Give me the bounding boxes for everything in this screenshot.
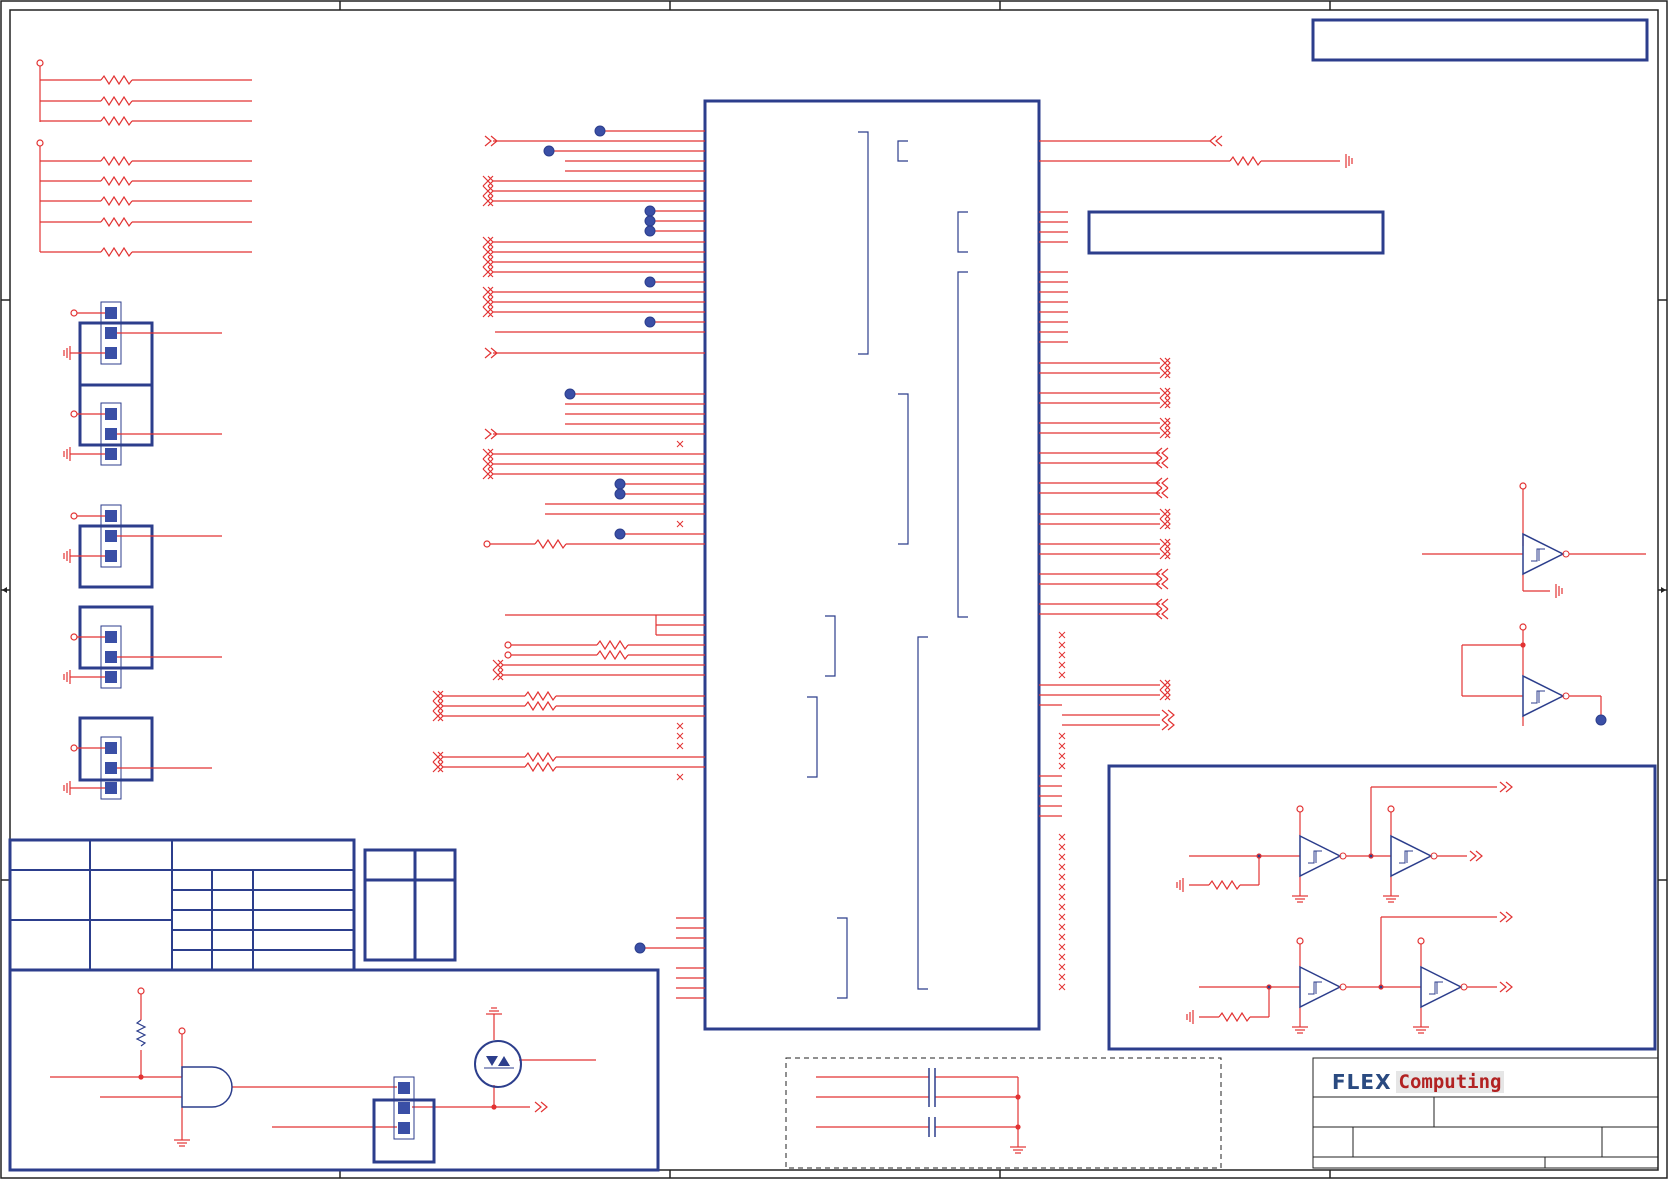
buffer-icon [1522,533,1570,575]
ic-left-pins [432,130,705,999]
drawing-frame [0,0,1668,1179]
note-box [1087,210,1385,255]
logo-flex: FLEX [1332,1070,1392,1094]
main-ic [703,99,1041,1031]
flex-computing-logo: FLEX Computing [1332,1069,1512,1095]
decoupling-caps [785,1057,1222,1169]
pullup-resistors-top [36,59,252,257]
reset-logic-block [8,968,660,1172]
ic-left-testpoints [543,125,656,954]
schematic-sheet [0,0,1668,1179]
mosfet-icon [474,1040,522,1088]
and-gate-icon [181,1066,233,1108]
title-box [1311,18,1649,62]
buffer-chain-block [1107,764,1657,1051]
mode-table [363,848,457,962]
jumper-headers [63,301,222,800]
right-buffers [1422,482,1646,726]
ic-right-nc-markers [1058,631,1066,991]
logo-computing: Computing [1395,1071,1505,1093]
ic-right-pins [1039,135,1353,817]
config-table [8,838,356,972]
